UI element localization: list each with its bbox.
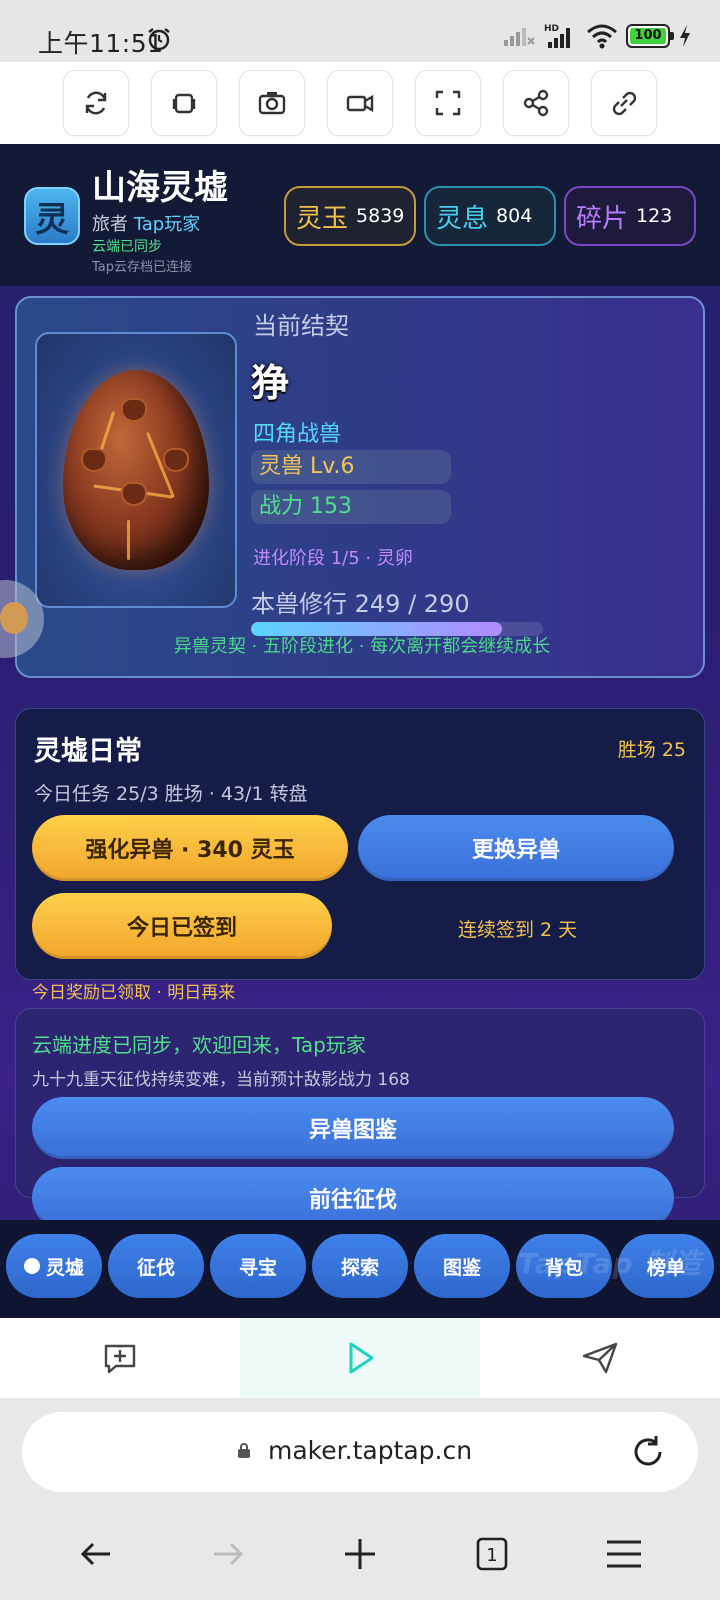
resource-breath[interactable]: 灵息 804 bbox=[424, 186, 556, 246]
menu-icon bbox=[607, 1540, 641, 1568]
nav-treasure[interactable]: 寻宝 bbox=[210, 1234, 306, 1298]
player-name: Tap玩家 bbox=[133, 214, 201, 235]
nav-expedition[interactable]: 征伐 bbox=[108, 1234, 204, 1298]
beast-name: 狰 bbox=[251, 361, 290, 405]
active-dot-icon bbox=[23, 1258, 40, 1274]
game-canvas: 灵 山海灵墟 旅者 Tap玩家 云端已同步 Tap云存档已连接 灵玉 5839 … bbox=[0, 144, 720, 1318]
back-arrow-icon bbox=[80, 1542, 110, 1566]
battery-level: 100 bbox=[630, 28, 666, 44]
lock-icon bbox=[238, 1443, 250, 1458]
daily-card: 灵墟日常 胜场 25 今日任务 25/3 胜场 · 43/1 转盘 强化异兽 ·… bbox=[15, 708, 705, 980]
battery-icon: 100 bbox=[626, 24, 674, 48]
resource-breath-value: 804 bbox=[496, 205, 533, 227]
feedback-icon bbox=[104, 1344, 136, 1374]
layers-icon bbox=[172, 93, 196, 114]
menu-button[interactable] bbox=[596, 1526, 652, 1582]
resource-jade-label: 灵玉 bbox=[296, 203, 349, 234]
play-button[interactable] bbox=[240, 1318, 480, 1398]
game-title: 山海灵墟 bbox=[92, 168, 228, 208]
layers-button[interactable] bbox=[151, 70, 217, 136]
nav-codex[interactable]: 图鉴 bbox=[414, 1234, 510, 1298]
send-icon bbox=[582, 1342, 618, 1374]
resource-breath-label: 灵息 bbox=[436, 203, 489, 234]
fullscreen-icon bbox=[435, 90, 461, 116]
nav-home-label: 灵墟 bbox=[45, 1256, 84, 1279]
resource-shard-value: 123 bbox=[636, 205, 673, 227]
current-beast-card: 当前结契 狰 四角战兽 灵兽 Lv.6 战力 153 进化阶段 1/5 · 灵卵… bbox=[15, 296, 705, 678]
nav-home[interactable]: 灵墟 bbox=[6, 1234, 102, 1298]
share-button[interactable] bbox=[503, 70, 569, 136]
player-info: 旅者 Tap玩家 bbox=[92, 210, 200, 236]
tab-count: 1 bbox=[486, 1544, 498, 1566]
beast-egg-image bbox=[63, 370, 209, 570]
beast-species: 四角战兽 bbox=[253, 422, 342, 447]
daily-tasks: 今日任务 25/3 胜场 · 43/1 转盘 bbox=[34, 783, 308, 805]
charging-icon bbox=[680, 25, 690, 47]
back-button[interactable] bbox=[68, 1526, 124, 1582]
refresh-icon bbox=[85, 91, 107, 115]
refresh-button[interactable] bbox=[63, 70, 129, 136]
nav-explore[interactable]: 探索 bbox=[312, 1234, 408, 1298]
new-tab-icon bbox=[345, 1539, 375, 1569]
evolution-stage: 进化阶段 1/5 · 灵卵 bbox=[253, 548, 413, 569]
play-icon bbox=[349, 1342, 374, 1374]
feedback-button[interactable] bbox=[0, 1318, 240, 1398]
beast-level: 灵兽 Lv.6 bbox=[251, 450, 451, 484]
codex-button[interactable]: 异兽图鉴 bbox=[32, 1097, 674, 1159]
cloud-sync-status: 云端已同步 bbox=[92, 239, 162, 255]
game-logo: 灵 bbox=[24, 187, 80, 245]
status-time: 上午11:51 bbox=[38, 29, 164, 58]
browser-url-area: maker.taptap.cn bbox=[0, 1398, 720, 1508]
resource-jade-value: 5839 bbox=[356, 205, 405, 227]
beast-power: 战力 153 bbox=[251, 490, 451, 524]
new-tab-button[interactable] bbox=[332, 1526, 388, 1582]
hd-signal-icon: HD bbox=[544, 24, 570, 48]
forward-button[interactable] bbox=[200, 1526, 256, 1582]
training-progress-label: 本兽修行 249 / 290 bbox=[251, 590, 470, 618]
copy-link-button[interactable] bbox=[591, 70, 657, 136]
resource-shard[interactable]: 碎片 123 bbox=[564, 186, 696, 246]
sync-card: 云端进度已同步，欢迎回来，Tap玩家 九十九重天征伐持续变难，当前预计敌影战力 … bbox=[15, 1008, 705, 1229]
resource-jade[interactable]: 灵玉 5839 bbox=[284, 186, 416, 246]
resource-shard-label: 碎片 bbox=[576, 203, 629, 234]
top-toolbar bbox=[0, 62, 720, 144]
welcome-message: 云端进度已同步，欢迎回来，Tap玩家 bbox=[32, 1033, 366, 1057]
svg-text:HD: HD bbox=[544, 24, 559, 34]
url-bar[interactable]: maker.taptap.cn bbox=[22, 1412, 698, 1492]
wins-count: 胜场 25 bbox=[617, 739, 686, 761]
maker-action-bar bbox=[0, 1318, 720, 1398]
tabs-button[interactable]: 1 bbox=[464, 1526, 520, 1582]
switch-beast-button[interactable]: 更换异兽 bbox=[358, 815, 674, 881]
beast-tagline: 异兽灵契 · 五阶段进化 · 每次离开都会继续成长 bbox=[173, 636, 551, 657]
signal-weak-icon bbox=[504, 28, 535, 46]
video-icon bbox=[346, 94, 374, 113]
taptap-watermark: TapTap 制造 bbox=[518, 1247, 703, 1280]
reload-icon[interactable] bbox=[628, 1432, 668, 1472]
forward-arrow-icon bbox=[214, 1542, 244, 1566]
browser-nav: 1 bbox=[0, 1508, 720, 1600]
reward-note: 今日奖励已领取 · 明日再来 bbox=[32, 983, 236, 1003]
cloud-save-status: Tap云存档已连接 bbox=[92, 260, 193, 275]
beast-portrait[interactable] bbox=[35, 332, 237, 608]
daily-title: 灵墟日常 bbox=[34, 736, 142, 767]
send-button[interactable] bbox=[480, 1318, 720, 1398]
fullscreen-button[interactable] bbox=[415, 70, 481, 136]
status-bar: 上午11:51 HD 100 bbox=[0, 0, 720, 62]
checkin-button[interactable]: 今日已签到 bbox=[32, 893, 332, 959]
record-button[interactable] bbox=[327, 70, 393, 136]
share-icon bbox=[523, 89, 549, 117]
game-header: 灵 山海灵墟 旅者 Tap玩家 云端已同步 Tap云存档已连接 灵玉 5839 … bbox=[0, 144, 720, 286]
enhance-beast-button[interactable]: 强化异兽 · 340 灵玉 bbox=[32, 815, 348, 881]
enemy-power-hint: 九十九重天征伐持续变难，当前预计敌影战力 168 bbox=[32, 1070, 410, 1090]
checkin-streak: 连续签到 2 天 bbox=[458, 919, 578, 941]
url-text: maker.taptap.cn bbox=[268, 1436, 473, 1465]
screenshot-button[interactable] bbox=[239, 70, 305, 136]
link-icon bbox=[612, 91, 637, 116]
alarm-icon bbox=[148, 28, 170, 51]
camera-icon bbox=[258, 92, 286, 115]
player-prefix: 旅者 bbox=[92, 214, 128, 235]
wifi-icon bbox=[587, 24, 617, 49]
bind-label: 当前结契 bbox=[253, 312, 349, 340]
